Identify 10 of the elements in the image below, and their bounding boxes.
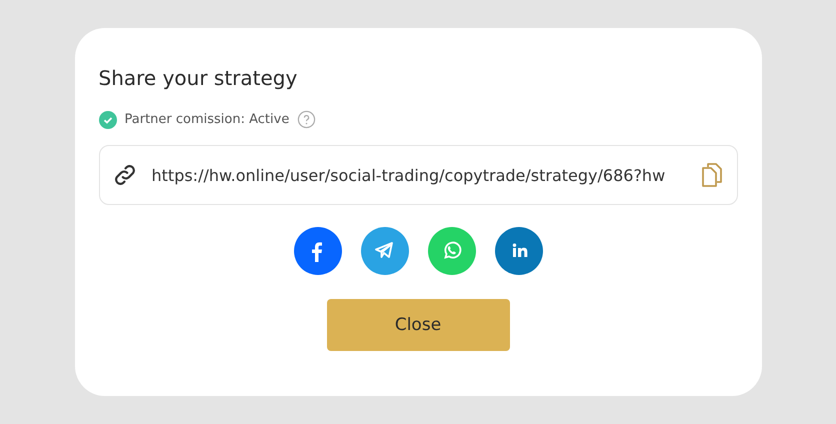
dialog-title: Share your strategy bbox=[98, 66, 298, 90]
close-button[interactable]: Close bbox=[326, 299, 510, 351]
linkedin-share-button[interactable] bbox=[494, 227, 542, 275]
whatsapp-share-button[interactable] bbox=[428, 227, 476, 275]
telegram-share-button[interactable] bbox=[360, 227, 408, 275]
help-icon[interactable] bbox=[297, 110, 316, 129]
copy-icon[interactable] bbox=[700, 162, 722, 188]
facebook-share-button[interactable] bbox=[294, 227, 342, 275]
share-link-field[interactable]: https://hw.online/user/social-trading/copytrade/strategy/686?hw bbox=[98, 145, 738, 205]
commission-status: Partner comission: Active bbox=[124, 112, 290, 127]
